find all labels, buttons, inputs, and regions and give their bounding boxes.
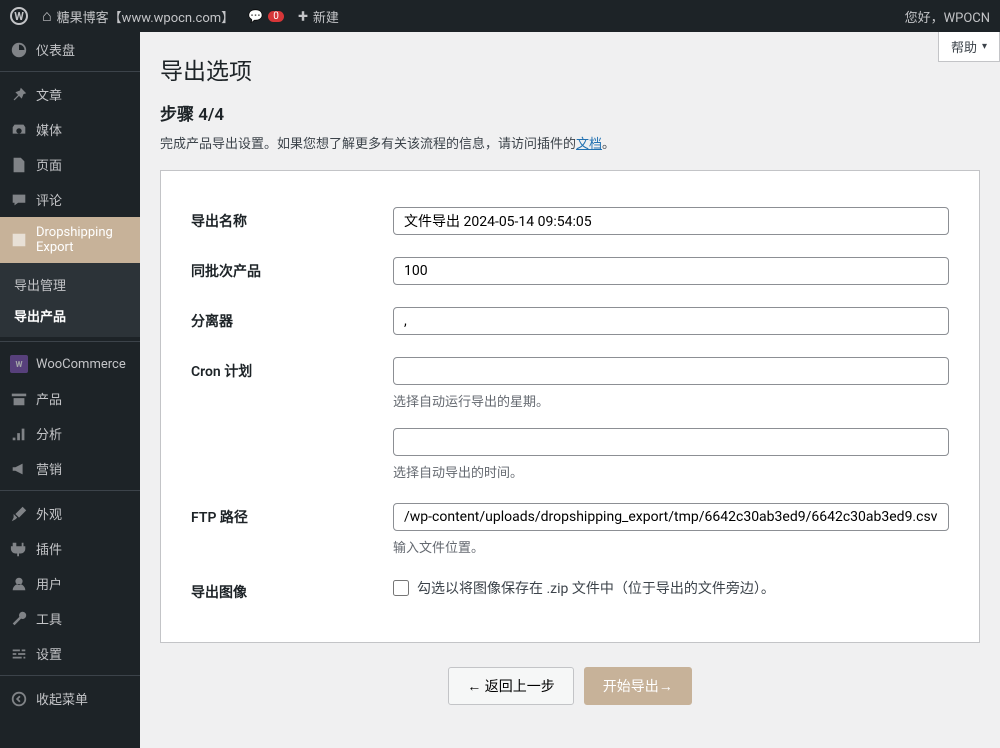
comments-link[interactable]: 0 — [248, 9, 284, 24]
export-images-checkbox[interactable] — [393, 580, 409, 596]
form-actions: ← 返回上一步 开始导出→ — [160, 667, 980, 705]
menu-appearance[interactable]: 外观 — [0, 496, 140, 531]
comment-icon — [248, 9, 263, 24]
admin-topbar: W 糖果博客【www.wpocn.com】 0 新建 您好，WPOCN — [0, 0, 1000, 32]
woocommerce-icon: W — [10, 355, 28, 373]
help-button[interactable]: 帮助 — [938, 32, 1000, 62]
menu-media[interactable]: 媒体 — [0, 112, 140, 147]
menu-pages[interactable]: 页面 — [0, 147, 140, 182]
plus-icon — [298, 6, 308, 27]
comment-count-badge: 0 — [268, 11, 284, 22]
separator-input[interactable] — [393, 307, 949, 335]
cron-day-help: 选择自动运行导出的星期。 — [393, 391, 949, 410]
ftp-help: 输入文件位置。 — [393, 537, 949, 556]
cron-label: Cron 计划 — [191, 347, 391, 491]
analytics-icon — [10, 425, 28, 443]
start-export-button[interactable]: 开始导出→ — [584, 667, 692, 705]
submenu-export-manage[interactable]: 导出管理 — [0, 269, 140, 300]
menu-analytics[interactable]: 分析 — [0, 416, 140, 451]
export-images-help: 勾选以将图像保存在 .zip 文件中（位于导出的文件旁边）。 — [417, 578, 775, 598]
ftp-path-input[interactable] — [393, 503, 949, 531]
megaphone-icon — [10, 460, 28, 478]
ftp-label: FTP 路径 — [191, 493, 391, 566]
plug-icon — [10, 540, 28, 558]
wp-logo[interactable]: W — [10, 7, 28, 25]
products-icon — [10, 390, 28, 408]
separator-label: 分离器 — [191, 297, 391, 345]
menu-users[interactable]: 用户 — [0, 566, 140, 601]
step-indicator: 步骤 4/4 — [160, 100, 980, 125]
back-button[interactable]: ← 返回上一步 — [448, 667, 573, 705]
menu-plugins[interactable]: 插件 — [0, 531, 140, 566]
main-content: 导出选项 步骤 4/4 完成产品导出设置。如果您想了解更多有关该流程的信息，请访… — [140, 32, 1000, 748]
wrench-icon — [10, 610, 28, 628]
export-icon — [10, 231, 28, 249]
menu-products[interactable]: 产品 — [0, 381, 140, 416]
cron-time-help: 选择自动导出的时间。 — [393, 462, 949, 481]
home-icon — [42, 6, 52, 26]
pin-icon — [10, 86, 28, 104]
user-greeting[interactable]: 您好，WPOCN — [905, 7, 990, 26]
menu-dropshipping-export[interactable]: Dropshipping Export — [0, 217, 140, 263]
user-icon — [10, 575, 28, 593]
cron-time-input[interactable] — [393, 428, 949, 456]
dashboard-icon — [10, 41, 28, 59]
submenu-export-product[interactable]: 导出产品 — [0, 300, 140, 331]
export-images-label: 导出图像 — [191, 568, 391, 616]
site-name-link[interactable]: 糖果博客【www.wpocn.com】 — [42, 6, 234, 26]
brush-icon — [10, 505, 28, 523]
media-icon — [10, 121, 28, 139]
menu-settings[interactable]: 设置 — [0, 636, 140, 671]
batch-input[interactable] — [393, 257, 949, 285]
admin-sidebar: 仪表盘 文章 媒体 页面 评论 Dropshipping Export 导出管理… — [0, 32, 140, 748]
menu-marketing[interactable]: 营销 — [0, 451, 140, 486]
menu-woocommerce[interactable]: WWooCommerce — [0, 347, 140, 381]
doc-link[interactable]: 文档 — [576, 137, 602, 152]
menu-tools[interactable]: 工具 — [0, 601, 140, 636]
menu-collapse[interactable]: 收起菜单 — [0, 681, 140, 716]
export-form-card: 导出名称 同批次产品 分离器 Cron 计划 选择自动运行导出的星期。 — [160, 170, 980, 643]
page-title: 导出选项 — [160, 52, 980, 86]
cron-day-input[interactable] — [393, 357, 949, 385]
page-icon — [10, 156, 28, 174]
menu-dashboard[interactable]: 仪表盘 — [0, 32, 140, 67]
sliders-icon — [10, 645, 28, 663]
new-content-link[interactable]: 新建 — [298, 6, 339, 27]
export-name-input[interactable] — [393, 207, 949, 235]
export-name-label: 导出名称 — [191, 197, 391, 245]
menu-posts[interactable]: 文章 — [0, 77, 140, 112]
menu-comments[interactable]: 评论 — [0, 182, 140, 217]
page-description: 完成产品导出设置。如果您想了解更多有关该流程的信息，请访问插件的文档。 — [160, 133, 980, 152]
batch-label: 同批次产品 — [191, 247, 391, 295]
comments-icon — [10, 191, 28, 209]
collapse-icon — [10, 690, 28, 708]
